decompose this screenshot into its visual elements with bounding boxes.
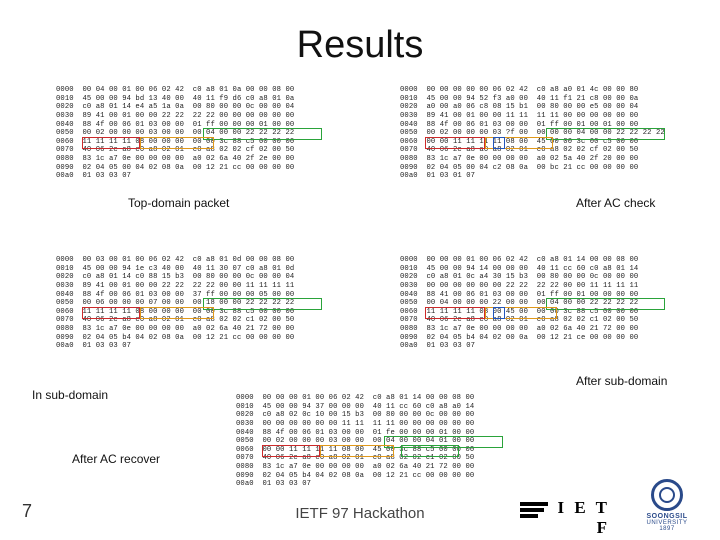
- hl-green-3: [203, 298, 322, 310]
- hl-red-5: [262, 445, 320, 457]
- slide-title: Results: [0, 24, 720, 67]
- label-after-sub: After sub-domain: [574, 374, 669, 388]
- hl-red-2: [425, 137, 485, 149]
- hl-green-4: [546, 298, 665, 310]
- hl-orange-3: [140, 307, 214, 319]
- hl-red-3: [82, 307, 140, 319]
- label-in-sub: In sub-domain: [30, 388, 110, 402]
- label-after-recover: After AC recover: [70, 452, 162, 466]
- hl-green-5b: [401, 445, 459, 457]
- hl-red-1: [82, 137, 140, 149]
- footer-text: IETF 97 Hackathon: [0, 505, 720, 522]
- hl-green-1: [203, 128, 322, 140]
- hl-blue-4: [493, 307, 505, 319]
- label-top-domain: Top-domain packet: [126, 196, 231, 210]
- ietf-text: I E T F: [558, 498, 611, 537]
- ssu-year: 1897: [630, 526, 704, 532]
- soongsil-logo: SOONGSIL UNIVERSITY 1897: [630, 479, 704, 532]
- ietf-logo: I E T F: [552, 498, 610, 526]
- hl-red-4: [425, 307, 485, 319]
- ietf-bars-icon: [520, 502, 548, 522]
- hl-orange-1: [140, 137, 214, 149]
- ssu-line1: SOONGSIL: [630, 513, 704, 520]
- hl-blue-2: [493, 137, 505, 149]
- hl-orange-5: [320, 445, 394, 457]
- hl-green-2: [546, 128, 665, 140]
- slide: Results 0000 00 04 00 01 00 06 02 42 c0 …: [0, 0, 720, 540]
- label-after-ac-check: After AC check: [574, 196, 657, 210]
- ssu-ring-icon: [651, 479, 683, 511]
